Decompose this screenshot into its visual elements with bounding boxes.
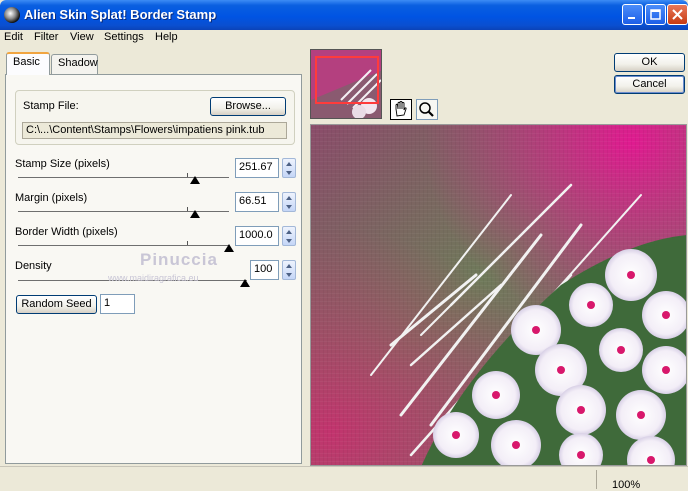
margin-spinner[interactable] xyxy=(282,192,296,212)
browse-button[interactable]: Browse... xyxy=(210,97,286,116)
hand-icon xyxy=(395,101,407,117)
menu-filter[interactable]: Filter xyxy=(34,31,58,43)
margin-input[interactable]: 66.51 xyxy=(235,192,279,212)
stamp-size-spinner[interactable] xyxy=(282,158,296,178)
preview-image xyxy=(311,125,686,465)
close-icon xyxy=(672,9,683,20)
menu-help[interactable]: Help xyxy=(155,31,178,43)
maximize-button[interactable] xyxy=(645,4,666,25)
border-width-label: Border Width (pixels) xyxy=(15,226,118,238)
border-width-slider-thumb[interactable] xyxy=(224,244,234,252)
border-width-input[interactable]: 1000.0 xyxy=(235,226,279,246)
status-separator xyxy=(596,470,597,489)
stamp-size-label: Stamp Size (pixels) xyxy=(15,158,110,170)
border-width-tick xyxy=(187,241,188,245)
title-bar: Alien Skin Splat! Border Stamp xyxy=(0,0,688,30)
hand-tool-button[interactable] xyxy=(390,99,412,120)
density-label: Density xyxy=(15,260,52,272)
random-seed-button[interactable]: Random Seed xyxy=(16,295,97,314)
stamp-size-input[interactable]: 251.67 xyxy=(235,158,279,178)
status-bar: 100% xyxy=(0,466,688,491)
density-input[interactable]: 100 xyxy=(250,260,279,280)
cancel-button[interactable]: Cancel xyxy=(614,75,685,94)
window-title: Alien Skin Splat! Border Stamp xyxy=(24,7,217,22)
random-seed-input[interactable]: 1 xyxy=(100,294,135,314)
close-button[interactable] xyxy=(667,4,688,25)
menu-settings[interactable]: Settings xyxy=(104,31,144,43)
minimize-button[interactable] xyxy=(622,4,643,25)
minimize-icon xyxy=(628,17,635,19)
menu-bar: Edit Filter View Settings Help xyxy=(0,30,688,46)
ok-button[interactable]: OK xyxy=(614,53,685,72)
density-spinner[interactable] xyxy=(282,260,296,280)
density-slider-thumb[interactable] xyxy=(240,279,250,287)
zoom-level: 100% xyxy=(612,479,641,491)
stamp-file-path: C:\...\Content\Stamps\Flowers\impatiens … xyxy=(22,122,287,139)
watermark-name: Pinuccia xyxy=(140,250,218,269)
preview-canvas[interactable] xyxy=(310,124,687,466)
zoom-tool-button[interactable] xyxy=(416,99,438,120)
stamp-size-tick xyxy=(187,173,188,177)
margin-slider-thumb[interactable] xyxy=(190,210,200,218)
margin-label: Margin (pixels) xyxy=(15,192,88,204)
navigator-thumbnail[interactable] xyxy=(310,49,382,119)
app-icon xyxy=(4,7,20,23)
watermark-url: www.maidiragrafica.eu xyxy=(108,273,199,283)
stamp-size-slider-thumb[interactable] xyxy=(190,176,200,184)
border-width-slider-track[interactable] xyxy=(18,245,229,246)
margin-tick xyxy=(187,207,188,211)
menu-edit[interactable]: Edit xyxy=(4,31,23,43)
menu-view[interactable]: View xyxy=(70,31,94,43)
viewport-rectangle[interactable] xyxy=(315,56,379,104)
border-width-spinner[interactable] xyxy=(282,226,296,246)
tab-shadow[interactable]: Shadow xyxy=(51,54,98,74)
magnifier-icon xyxy=(419,102,434,117)
stamp-file-label: Stamp File: xyxy=(23,100,79,112)
maximize-icon xyxy=(650,9,661,20)
tab-basic[interactable]: Basic xyxy=(6,52,50,75)
